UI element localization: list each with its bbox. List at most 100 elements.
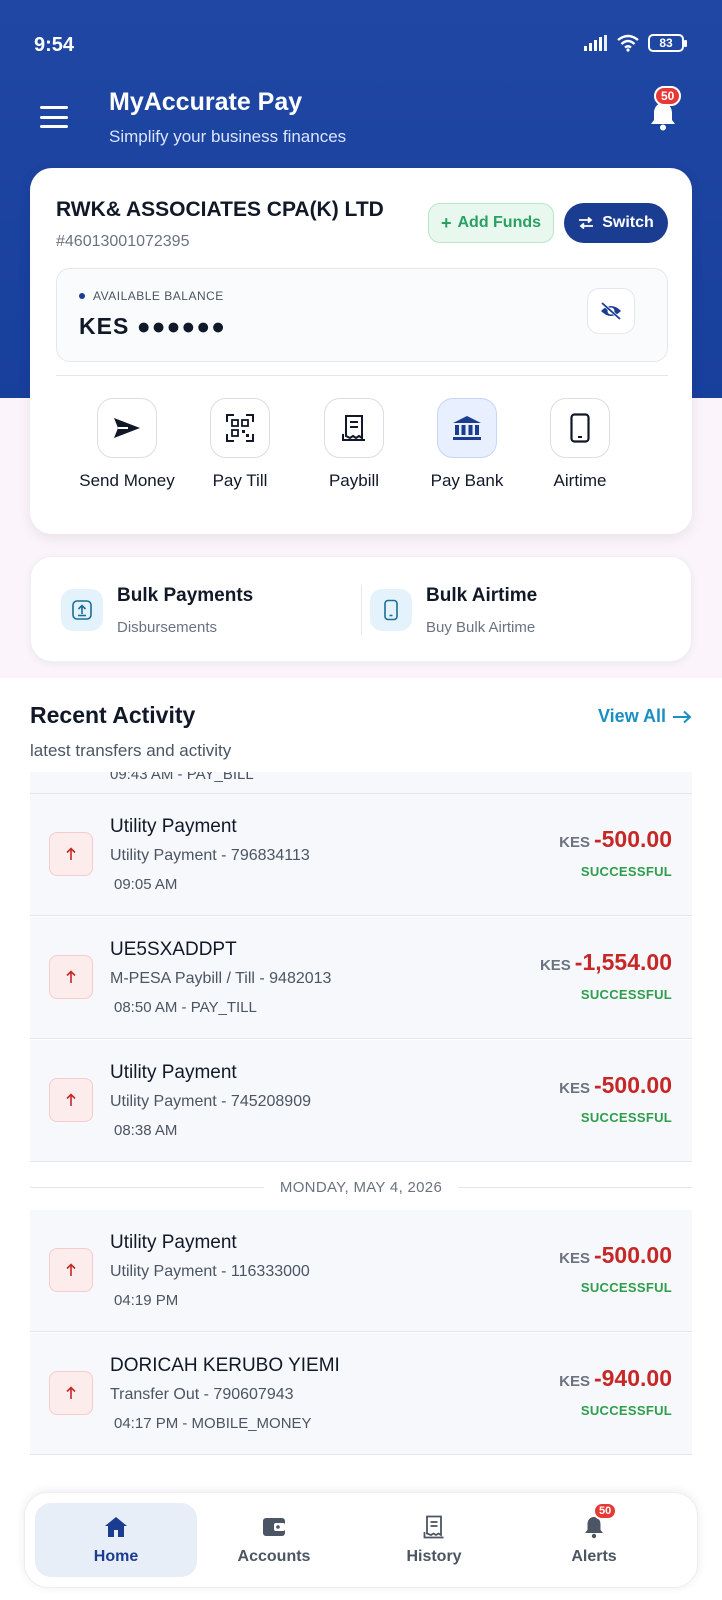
view-all-label: View All xyxy=(598,706,667,726)
balance-currency: KES xyxy=(79,313,130,339)
paybill-label: Paybill xyxy=(328,471,380,490)
add-funds-label: Add Funds xyxy=(457,214,542,231)
table-row[interactable]: Utility Payment Utility Payment - 796834… xyxy=(30,794,692,916)
alerts-badge: 50 xyxy=(593,1502,618,1520)
tx-name: Utility Payment xyxy=(110,1062,237,1083)
signal-icon xyxy=(584,35,607,51)
battery-icon: 83 xyxy=(648,34,687,52)
activity-list[interactable]: 09:43 AM - PAY_BILL Utility Payment Util… xyxy=(0,772,722,1472)
arrow-up-icon xyxy=(66,847,76,860)
table-row[interactable]: Utility Payment Utility Payment - 116333… xyxy=(30,1210,692,1332)
tx-currency: KES xyxy=(539,957,571,974)
app-subtitle: Simplify your business finances xyxy=(109,127,347,146)
date-separator-label: MONDAY, MAY 4, 2026 xyxy=(279,1178,443,1196)
status-badge: SUCCESSFUL xyxy=(580,1403,672,1418)
notifications-button[interactable]: 50 xyxy=(648,86,684,136)
tx-currency: KES xyxy=(559,1250,590,1267)
balance-value: KES ●●●●●● xyxy=(79,313,226,340)
tx-name: UE5SXADDPT xyxy=(110,939,237,960)
tx-description: Transfer Out - 790607943 xyxy=(110,1386,294,1403)
arrow-up-icon xyxy=(66,1263,76,1276)
tx-description: Utility Payment - 116333000 xyxy=(110,1263,310,1280)
bottom-nav: Home Accounts History 50 Alerts xyxy=(24,1492,698,1588)
bulk-payments-title: Bulk Payments xyxy=(117,585,254,606)
dot-icon xyxy=(79,293,85,299)
notification-badge: 50 xyxy=(654,86,682,106)
switch-button[interactable]: Switch xyxy=(564,203,668,243)
list-item-partial[interactable]: 09:43 AM - PAY_BILL xyxy=(30,772,692,794)
plus-icon: + xyxy=(440,212,452,233)
send-money-label: Send Money xyxy=(79,471,175,490)
nav-history[interactable]: History xyxy=(353,1503,515,1577)
upload-icon xyxy=(72,600,92,620)
recent-activity-subtitle: latest transfers and activity xyxy=(30,741,232,760)
nav-accounts[interactable]: Accounts xyxy=(193,1503,355,1577)
swap-icon xyxy=(579,217,594,229)
company-name: RWK& ASSOCIATES CPA(K) LTD xyxy=(56,198,384,221)
nav-home-label: Home xyxy=(93,1548,139,1565)
tx-name: Utility Payment xyxy=(110,1232,237,1253)
nav-home[interactable]: Home xyxy=(35,1503,197,1577)
status-badge: SUCCESSFUL xyxy=(580,1110,672,1125)
tx-value: -500.00 xyxy=(593,826,672,852)
nav-alerts[interactable]: 50 Alerts xyxy=(513,1502,675,1577)
tx-amount: KES -500.00 xyxy=(559,1072,672,1099)
status-badge: SUCCESSFUL xyxy=(580,864,672,879)
airtime-label: Airtime xyxy=(553,471,607,490)
tx-description: Utility Payment - 796834113 xyxy=(110,847,310,864)
bulk-airtime-button[interactable]: Bulk Airtime Buy Bulk Airtime xyxy=(362,557,692,663)
balance-label: AVAILABLE BALANCE xyxy=(79,289,224,303)
menu-icon[interactable] xyxy=(40,106,68,128)
tx-time: 08:50 AM - PAY_TILL xyxy=(114,999,257,1016)
view-all-link[interactable]: View All xyxy=(598,706,692,727)
tx-time: 09:43 AM - PAY_BILL xyxy=(110,772,254,783)
card-divider xyxy=(56,375,668,376)
quick-actions: Send Money Pay Till Paybill Pay Bank Air… xyxy=(30,398,692,498)
tx-time: 09:05 AM xyxy=(114,876,178,893)
bulk-airtime-title: Bulk Airtime xyxy=(426,585,538,606)
tx-amount: KES -1,554.00 xyxy=(540,949,672,976)
tx-description: Utility Payment - 745208909 xyxy=(110,1093,311,1110)
phone-icon xyxy=(384,599,398,621)
nav-alerts-label: Alerts xyxy=(571,1548,617,1565)
table-row[interactable]: UE5SXADDPT M-PESA Paybill / Till - 94820… xyxy=(30,917,692,1039)
toggle-balance-button[interactable] xyxy=(587,288,635,334)
table-row[interactable]: Utility Payment Utility Payment - 745208… xyxy=(30,1040,692,1162)
arrow-up-icon xyxy=(66,1386,76,1399)
home-icon xyxy=(105,1517,127,1537)
wallet-icon xyxy=(263,1518,285,1536)
tx-amount: KES -500.00 xyxy=(559,1242,672,1269)
status-time: 9:54 xyxy=(34,34,75,56)
status-icons: 83 xyxy=(584,34,687,52)
bulk-payments-button[interactable]: Bulk Payments Disbursements xyxy=(31,557,361,663)
nav-accounts-label: Accounts xyxy=(237,1548,311,1565)
tx-name: Utility Payment xyxy=(110,816,237,837)
tx-amount: KES -500.00 xyxy=(559,826,672,853)
tx-value: -500.00 xyxy=(593,1072,672,1098)
pay-bank-button[interactable]: Pay Bank xyxy=(408,398,526,491)
bulk-airtime-subtitle: Buy Bulk Airtime xyxy=(426,619,536,636)
balance-box: AVAILABLE BALANCE KES ●●●●●● xyxy=(56,268,668,362)
pay-bank-label: Pay Bank xyxy=(430,471,504,490)
tx-value: -500.00 xyxy=(593,1242,672,1268)
status-badge: SUCCESSFUL xyxy=(580,1280,672,1295)
wifi-icon xyxy=(617,34,639,52)
receipt-icon xyxy=(423,1515,444,1539)
recent-activity-title: Recent Activity xyxy=(30,702,196,728)
status-badge: SUCCESSFUL xyxy=(580,987,672,1002)
pay-till-button[interactable]: Pay Till xyxy=(181,398,299,491)
tx-currency: KES xyxy=(559,1373,590,1390)
arrow-up-icon xyxy=(66,970,76,983)
table-row[interactable]: DORICAH KERUBO YIEMI Transfer Out - 7906… xyxy=(30,1333,692,1455)
app-title: MyAccurate Pay xyxy=(109,88,303,116)
tx-time: 04:19 PM xyxy=(114,1292,179,1309)
account-number: #46013001072395 xyxy=(56,233,190,250)
airtime-button[interactable]: Airtime xyxy=(521,398,639,491)
tx-name: DORICAH KERUBO YIEMI xyxy=(110,1355,340,1376)
paybill-button[interactable]: Paybill xyxy=(295,398,413,491)
nav-history-label: History xyxy=(406,1548,462,1565)
qr-code-icon xyxy=(226,414,254,442)
arrow-right-icon xyxy=(673,710,692,723)
add-funds-button[interactable]: + Add Funds xyxy=(428,203,554,243)
send-money-button[interactable]: Send Money xyxy=(68,398,186,491)
